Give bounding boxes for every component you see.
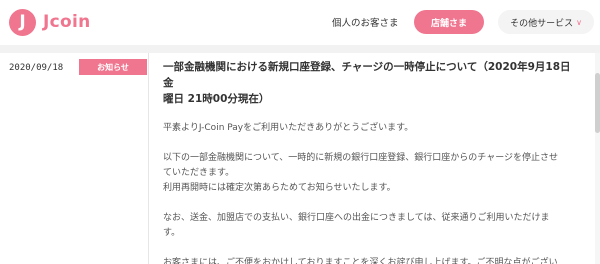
stores-button[interactable]: 店舗さま bbox=[414, 10, 484, 34]
logo-text: Jcoin bbox=[43, 12, 91, 32]
notice-title-line: 曜日 21時00分現在） bbox=[163, 93, 270, 105]
paragraph-line: ていただきます。 bbox=[163, 168, 235, 178]
scrollbar-thumb[interactable] bbox=[595, 73, 600, 133]
scrollbar[interactable] bbox=[595, 53, 600, 264]
paragraph-line: お客さまには、ご不便をおかけしておりますことを深くお詫び申し上げます。ご不明な点… bbox=[163, 258, 558, 264]
paragraph-line: なお、送金、加盟店での支払い、銀行口座への出金につきましては、従来通りご利用いた… bbox=[163, 213, 550, 223]
nav-personal-link[interactable]: 個人のお客さま bbox=[332, 15, 399, 29]
paragraph-line: す。 bbox=[163, 228, 181, 238]
category-badge: お知らせ bbox=[79, 59, 147, 75]
column-divider bbox=[148, 53, 149, 264]
notice-title: 一部金融機関における新規口座登録、チャージの一時停止について（2020年9月18… bbox=[163, 59, 583, 107]
paragraph-greeting: 平素よりJ-Coin Payをご利用いただきありがとうございます。 bbox=[163, 123, 414, 133]
other-services-label: その他サービス bbox=[510, 18, 574, 29]
jcoin-logo[interactable]: J Jcoin bbox=[9, 8, 91, 36]
paragraph-line: 利用再開時には確定次第あらためてお知らせいたします。 bbox=[163, 183, 396, 193]
paragraph-line: 以下の一部金融機関について、一時的に新規の銀行口座登録、銀行口座からのチャージを… bbox=[163, 153, 559, 163]
other-services-button[interactable]: その他サービス ∨ bbox=[498, 10, 594, 34]
notice-article: 一部金融機関における新規口座登録、チャージの一時停止について（2020年9月18… bbox=[163, 59, 583, 264]
notice-date: 2020/09/18 bbox=[9, 63, 64, 73]
notice-title-line: 一部金融機関における新規口座登録、チャージの一時停止について（2020年9月18… bbox=[163, 61, 571, 89]
site-header: J Jcoin 個人のお客さま 店舗さま その他サービス ∨ bbox=[0, 0, 600, 45]
logo-mark: J bbox=[9, 8, 36, 36]
chevron-down-icon: ∨ bbox=[576, 17, 582, 27]
header-divider-band bbox=[0, 45, 600, 53]
